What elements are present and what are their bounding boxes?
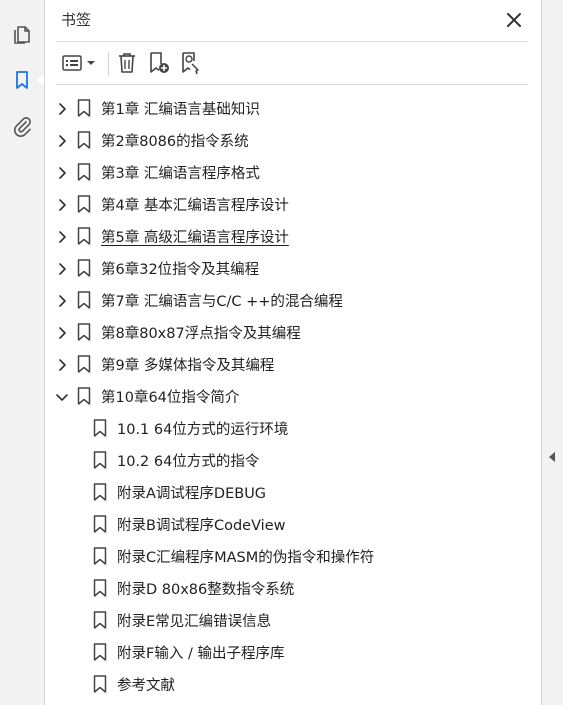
bookmark-item[interactable]: 第2章8086的指令系统 [45, 124, 541, 156]
bookmark-icon [93, 419, 107, 437]
bookmark-item[interactable]: 10.2 64位方式的指令 [45, 444, 541, 476]
bookmark-label: 10.1 64位方式的运行环境 [117, 422, 289, 438]
active-panel-pointer [37, 73, 44, 87]
bookmark-label: 附录C汇编程序MASM的伪指令和操作符 [117, 550, 375, 566]
bookmark-item[interactable]: 第6章32位指令及其编程 [45, 252, 541, 284]
bookmarks-toolbar [56, 48, 528, 78]
pages-thumbnail-icon [14, 26, 30, 44]
list-options-icon [61, 55, 82, 71]
bookmark-item[interactable]: 第5章 高级汇编语言程序设计 [45, 220, 541, 252]
chevron-right-icon[interactable] [55, 261, 69, 275]
bookmark-label: 第7章 汇编语言与C/C ++的混合编程 [101, 294, 343, 310]
bookmark-icon [93, 483, 107, 501]
chevron-down-icon[interactable] [55, 389, 69, 403]
add-bookmark-button[interactable] [144, 48, 174, 78]
bookmark-icon [93, 547, 107, 565]
bookmark-label: 附录E常见汇编错误信息 [117, 614, 272, 630]
bookmark-item[interactable]: 第7章 汇编语言与C/C ++的混合编程 [45, 284, 541, 316]
bookmark-icon [16, 71, 28, 89]
bookmark-from-selection-button[interactable] [176, 48, 206, 78]
bookmark-icon [93, 611, 107, 629]
panel-collapse-strip [541, 0, 563, 705]
bookmark-icon [77, 163, 91, 181]
trash-icon [119, 53, 135, 73]
bookmark-icon [77, 131, 91, 149]
bookmark-icon [77, 99, 91, 117]
bookmark-item[interactable]: 第4章 基本汇编语言程序设计 [45, 188, 541, 220]
bookmark-item[interactable]: 10.1 64位方式的运行环境 [45, 412, 541, 444]
delete-bookmark-button[interactable] [112, 48, 142, 78]
bookmark-item[interactable]: 附录E常见汇编错误信息 [45, 604, 541, 636]
bookmark-item[interactable]: 附录B调试程序CodeView [45, 508, 541, 540]
bookmark-icon [77, 259, 91, 277]
bookmark-item[interactable]: 第10章64位指令简介 [45, 380, 541, 412]
bookmark-item[interactable]: 第8章80x87浮点指令及其编程 [45, 316, 541, 348]
collapse-arrow-icon[interactable] [549, 452, 555, 462]
bookmark-label: 附录D 80x86整数指令系统 [117, 582, 295, 598]
toolbar-separator [108, 52, 109, 76]
bookmark-label: 第5章 高级汇编语言程序设计 [101, 230, 289, 246]
bookmark-label: 第9章 多媒体指令及其编程 [101, 358, 275, 374]
bookmark-icon [77, 355, 91, 373]
chevron-down-icon [86, 61, 95, 65]
bookmark-label: 参考文献 [117, 678, 175, 694]
bookmark-label: 第8章80x87浮点指令及其编程 [101, 326, 301, 342]
bookmark-item[interactable]: 第9章 多媒体指令及其编程 [45, 348, 541, 380]
bookmark-label: 第4章 基本汇编语言程序设计 [101, 198, 289, 214]
bookmark-icon [77, 227, 91, 245]
bookmark-label: 第6章32位指令及其编程 [101, 262, 260, 278]
chevron-right-icon[interactable] [55, 293, 69, 307]
bookmark-add-icon [150, 52, 169, 73]
bookmark-label: 附录B调试程序CodeView [117, 518, 286, 534]
bookmark-label: 第2章8086的指令系统 [101, 134, 249, 150]
panel-title: 书签 [61, 11, 92, 29]
bookmark-icon [93, 643, 107, 661]
chevron-right-icon[interactable] [55, 165, 69, 179]
bookmark-icon [77, 291, 91, 309]
bookmark-label: 附录A调试程序DEBUG [117, 486, 267, 502]
bookmarks-panel: 书签 第1章 汇编语言基础知识 第2章8086的指令系统 第3章 汇编语言程序格… [45, 0, 541, 705]
bookmark-item[interactable]: 附录D 80x86整数指令系统 [45, 572, 541, 604]
bookmark-item[interactable]: 第1章 汇编语言基础知识 [45, 92, 541, 124]
chevron-right-icon[interactable] [55, 133, 69, 147]
left-navigation-rail [0, 0, 45, 705]
bookmarks-panel-button[interactable] [8, 66, 36, 94]
bookmark-item[interactable]: 参考文献 [45, 668, 541, 700]
bookmark-item[interactable]: 附录C汇编程序MASM的伪指令和操作符 [45, 540, 541, 572]
bookmark-icon [77, 195, 91, 213]
chevron-right-icon[interactable] [55, 197, 69, 211]
bookmark-icon [93, 675, 107, 693]
close-icon [507, 13, 521, 27]
bookmark-icon [77, 323, 91, 341]
bookmark-icon [93, 451, 107, 469]
attachments-button[interactable] [8, 112, 36, 140]
bookmark-label: 附录F输入 / 输出子程序库 [117, 646, 285, 662]
close-panel-button[interactable] [503, 9, 525, 31]
chevron-right-icon[interactable] [55, 325, 69, 339]
pages-thumbnail-button[interactable] [8, 20, 36, 48]
bookmark-label: 第3章 汇编语言程序格式 [101, 166, 260, 182]
bookmark-item[interactable]: 附录A调试程序DEBUG [45, 476, 541, 508]
chevron-right-icon[interactable] [55, 101, 69, 115]
bookmark-icon [93, 515, 107, 533]
options-menu-button[interactable] [58, 48, 98, 78]
chevron-right-icon[interactable] [55, 229, 69, 243]
header-divider [56, 41, 528, 42]
toolbar-divider [56, 84, 528, 85]
bookmark-label: 第10章64位指令简介 [101, 390, 240, 406]
bookmark-label: 第1章 汇编语言基础知识 [101, 102, 260, 118]
chevron-right-icon[interactable] [55, 357, 69, 371]
bookmark-label: 10.2 64位方式的指令 [117, 454, 260, 470]
bookmark-item[interactable]: 第3章 汇编语言程序格式 [45, 156, 541, 188]
attachment-icon [14, 117, 31, 137]
bookmark-tree: 第1章 汇编语言基础知识 第2章8086的指令系统 第3章 汇编语言程序格式第4章 … [45, 92, 541, 700]
bookmark-icon [93, 579, 107, 597]
bookmark-item[interactable]: 附录F输入 / 输出子程序库 [45, 636, 541, 668]
bookmark-search-icon [182, 52, 199, 75]
bookmark-icon [77, 387, 91, 405]
